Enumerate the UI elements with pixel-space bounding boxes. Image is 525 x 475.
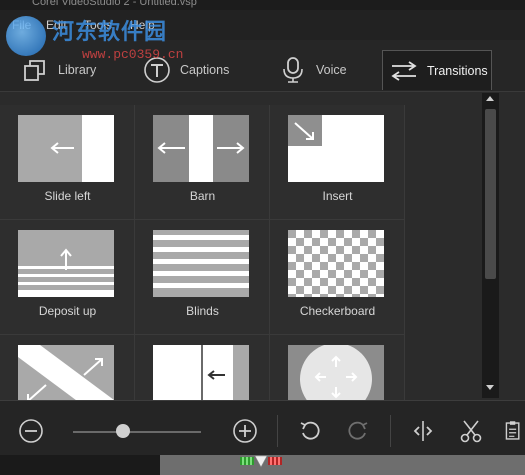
zoom-slider-handle[interactable] — [116, 424, 130, 438]
tab-voice[interactable]: Voice — [278, 50, 347, 90]
transition-blinds[interactable]: Blinds — [135, 220, 270, 335]
tab-label: Captions — [180, 63, 230, 77]
thumbnail-diagonal — [18, 345, 114, 400]
redo-icon — [348, 421, 368, 440]
thumbnail-circle — [288, 345, 384, 400]
playhead-icon[interactable] — [254, 455, 268, 469]
menu-edit[interactable]: Edit — [46, 18, 67, 32]
undo-icon — [300, 421, 320, 440]
tab-library[interactable]: Library — [20, 50, 96, 90]
thumbnail-slide-left — [18, 115, 114, 182]
trim-end-marker[interactable] — [268, 457, 282, 465]
scroll-down-icon[interactable] — [486, 385, 494, 390]
trim-start-marker[interactable] — [240, 457, 254, 465]
paste-button[interactable] — [502, 417, 525, 445]
tab-transitions[interactable]: Transitions — [382, 50, 492, 90]
toolbar-divider — [390, 415, 391, 447]
zoom-in-button[interactable] — [231, 417, 259, 445]
cut-button[interactable] — [457, 417, 485, 445]
redo-button[interactable] — [344, 417, 372, 445]
transition-insert[interactable]: Insert — [270, 105, 405, 220]
tab-captions[interactable]: Captions — [142, 50, 229, 90]
zoom-out-icon — [19, 419, 43, 443]
toolbar-divider — [277, 415, 278, 447]
grid-scrollbar[interactable] — [482, 93, 499, 398]
transition-diagonal[interactable] — [0, 335, 135, 400]
split-button[interactable] — [409, 417, 437, 445]
transition-circle[interactable] — [270, 335, 405, 400]
panel-gap — [405, 105, 480, 400]
transition-deposit-up[interactable]: Deposit up — [0, 220, 135, 335]
title-bar: Corel VideoStudio 2 - Untitled.vsp — [0, 0, 525, 10]
thumbnail-push — [153, 345, 249, 400]
timeline-ruler[interactable] — [160, 455, 525, 475]
thumbnail-blinds — [153, 230, 249, 297]
window-title: Corel VideoStudio 2 - Untitled.vsp — [32, 0, 197, 8]
transition-label: Checkerboard — [299, 304, 376, 318]
tab-label: Transitions — [427, 63, 488, 78]
thumbnail-insert — [288, 115, 384, 182]
scroll-up-icon[interactable] — [486, 96, 494, 101]
tab-label: Voice — [316, 63, 347, 77]
undo-button[interactable] — [296, 417, 324, 445]
thumbnail-checkerboard — [288, 230, 384, 297]
transition-label: Barn — [189, 189, 216, 203]
paste-icon — [505, 421, 520, 440]
zoom-in-icon — [233, 419, 257, 443]
transition-slide-left[interactable]: Slide left — [0, 105, 135, 220]
split-icon — [413, 421, 433, 441]
zoom-slider-track[interactable] — [73, 431, 201, 433]
menu-file[interactable]: File — [12, 18, 31, 32]
transition-label: Slide left — [44, 189, 91, 203]
transition-barn[interactable]: Barn — [135, 105, 270, 220]
transition-label: Insert — [322, 189, 353, 203]
tab-label: Library — [58, 63, 97, 77]
scissors-icon — [460, 420, 482, 443]
thumbnail-deposit-up — [18, 230, 114, 297]
microphone-icon — [278, 55, 308, 85]
timeline-toolbar — [0, 400, 525, 460]
zoom-out-button[interactable] — [17, 417, 45, 445]
scroll-thumb[interactable] — [485, 109, 496, 279]
timeline-strip — [0, 455, 525, 475]
transition-push[interactable] — [135, 335, 270, 400]
transition-checkerboard[interactable]: Checkerboard — [270, 220, 405, 335]
menu-help[interactable]: Help — [130, 18, 155, 32]
transition-label: Blinds — [186, 304, 219, 318]
thumbnail-barn — [153, 115, 249, 182]
library-icon — [20, 55, 50, 85]
media-tabs: Library Captions Voice Transitions — [0, 40, 525, 92]
menu-tools[interactable]: Tools — [84, 18, 112, 32]
captions-icon — [142, 55, 172, 85]
transitions-icon — [389, 56, 419, 86]
transition-label: Deposit up — [38, 304, 97, 318]
menu-bar: File Edit Tools Help — [0, 10, 525, 40]
transitions-grid: Slide left Barn Insert Deposit up Blinds… — [0, 105, 405, 400]
